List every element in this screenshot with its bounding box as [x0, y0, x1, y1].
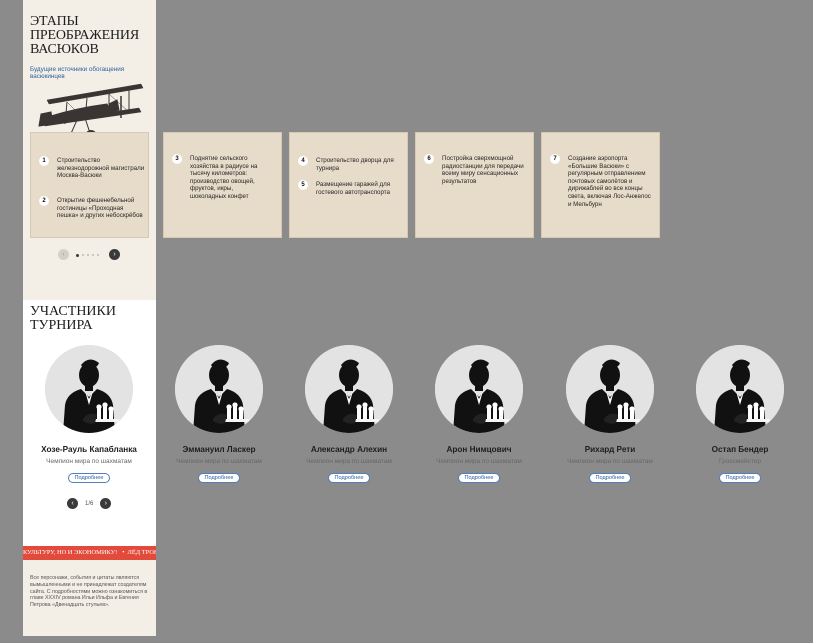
members-prev-button[interactable]: ‹ — [67, 498, 78, 509]
stage-step: 7 Создание аэропорта «Большие Васюки» с … — [550, 154, 660, 208]
step-number: 7 — [550, 154, 560, 164]
ticker-track: Культуру, но и экономику! • Лёд тронулся — [23, 546, 156, 560]
details-button[interactable]: Подробнее — [68, 473, 110, 483]
stage-step: 5 Размещение гаражей для гостевого автот… — [298, 180, 408, 196]
step-number: 3 — [172, 154, 182, 164]
chess-player-silhouette-icon — [566, 345, 654, 433]
details-button[interactable]: Подробнее — [458, 473, 500, 483]
stage-card: 4 Строительство дворца для турнира 5 Раз… — [289, 132, 408, 238]
pagination-dot[interactable] — [97, 254, 99, 256]
members-page-counter: 1/6 — [85, 500, 94, 507]
step-number: 1 — [39, 156, 49, 166]
stage-card: 7 Создание аэропорта «Большие Васюки» с … — [541, 132, 660, 238]
step-number: 4 — [298, 156, 308, 166]
details-button[interactable]: Подробнее — [719, 473, 761, 483]
members-pager: ‹ 1/6 › — [67, 498, 112, 509]
stages-prev-button[interactable]: ‹ — [58, 249, 69, 260]
avatar — [566, 345, 654, 433]
stage-step: 3 Поднятие сельского хозяйства в радиусе… — [172, 154, 282, 201]
step-number: 5 — [298, 180, 308, 190]
member-name: Александр Алехин — [310, 445, 388, 454]
member-role: Чемпион мира по шахматам — [176, 458, 262, 465]
member-card: Хозе-Рауль Капабланка Чемпион мира по ша… — [24, 345, 154, 484]
member-name: Арон Нимцович — [446, 445, 512, 454]
member-name: Остап Бендер — [711, 445, 769, 454]
step-text: Строительство железнодорожной магистрали… — [57, 157, 145, 180]
member-name: Эммануил Ласкер — [182, 445, 256, 454]
member-role: Чемпион мира по шахматам — [436, 458, 522, 465]
footer-disclaimer: Все персонажи, события и цитаты являются… — [30, 575, 148, 609]
member-card: Рихард Рети Чемпион мира по шахматам Под… — [545, 345, 675, 484]
step-text: Открытие фешенебельной гостиницы «Проход… — [57, 197, 143, 220]
stage-card: 3 Поднятие сельского хозяйства в радиусе… — [163, 132, 282, 238]
member-role: Чемпион мира по шахматам — [46, 458, 132, 465]
chess-player-silhouette-icon — [45, 345, 133, 433]
member-name: Хозе-Рауль Капабланка — [41, 445, 137, 454]
member-role: Гроссмейстер — [719, 458, 761, 465]
avatar — [175, 345, 263, 433]
stage-step: 6 Постройка сверхмощной радиостанции для… — [424, 154, 534, 185]
stages-pagination — [76, 253, 99, 257]
member-card: Арон Нимцович Чемпион мира по шахматам П… — [414, 345, 544, 484]
member-role: Чемпион мира по шахматам — [567, 458, 653, 465]
step-number: 2 — [39, 196, 49, 206]
chess-player-silhouette-icon — [175, 345, 263, 433]
stage-card: 6 Постройка сверхмощной радиостанции для… — [415, 132, 534, 238]
stages-next-button[interactable]: › — [109, 249, 120, 260]
member-card: Остап Бендер Гроссмейстер Подробнее — [675, 345, 805, 484]
step-text: Строительство дворца для турнира — [316, 157, 394, 172]
members-next-button[interactable]: › — [100, 498, 112, 509]
member-name: Рихард Рети — [584, 445, 636, 454]
details-button[interactable]: Подробнее — [198, 473, 240, 483]
details-button[interactable]: Подробнее — [589, 473, 631, 483]
member-role: Чемпион мира по шахматам — [306, 458, 392, 465]
pagination-dot[interactable] — [92, 254, 94, 256]
avatar — [45, 345, 133, 433]
pagination-dot[interactable] — [87, 254, 89, 256]
step-text: Постройка сверхмощной радиостанции для п… — [442, 155, 524, 185]
step-text: Размещение гаражей для гостевого автотра… — [316, 181, 391, 196]
pagination-dot[interactable] — [76, 253, 79, 257]
avatar — [305, 345, 393, 433]
stages-subtitle: Будущие источники обогащения васюкинцев — [30, 66, 125, 80]
pagination-dot[interactable] — [82, 254, 84, 256]
ticker-item: Лёд тронулся — [127, 549, 156, 556]
step-text: Создание аэропорта «Большие Васюки» с ре… — [568, 155, 651, 208]
stage-step: 2 Открытие фешенебельной гостиницы «Прох… — [39, 196, 149, 220]
step-text: Поднятие сельского хозяйства в радиусе н… — [190, 155, 258, 200]
chess-player-silhouette-icon — [305, 345, 393, 433]
avatar — [435, 345, 523, 433]
details-button[interactable]: Подробнее — [328, 473, 370, 483]
stage-card: 1 Строительство железнодорожной магистра… — [30, 132, 149, 238]
news-ticker: Культуру, но и экономику! • Лёд тронулся — [23, 546, 156, 560]
member-card: Александр Алехин Чемпион мира по шахмата… — [284, 345, 414, 484]
avatar — [696, 345, 784, 433]
stages-title: Этапы преображения Васюков — [30, 14, 139, 57]
ticker-separator: • — [122, 549, 125, 556]
ticker-item: Культуру, но и экономику! — [23, 549, 118, 556]
chess-player-silhouette-icon — [435, 345, 523, 433]
step-number: 6 — [424, 154, 434, 164]
chess-player-silhouette-icon — [696, 345, 784, 433]
stage-step: 1 Строительство железнодорожной магистра… — [39, 156, 149, 180]
stage-step: 4 Строительство дворца для турнира — [298, 156, 408, 172]
members-title: Участники турнира — [30, 304, 116, 333]
member-card: Эммануил Ласкер Чемпион мира по шахматам… — [154, 345, 284, 484]
